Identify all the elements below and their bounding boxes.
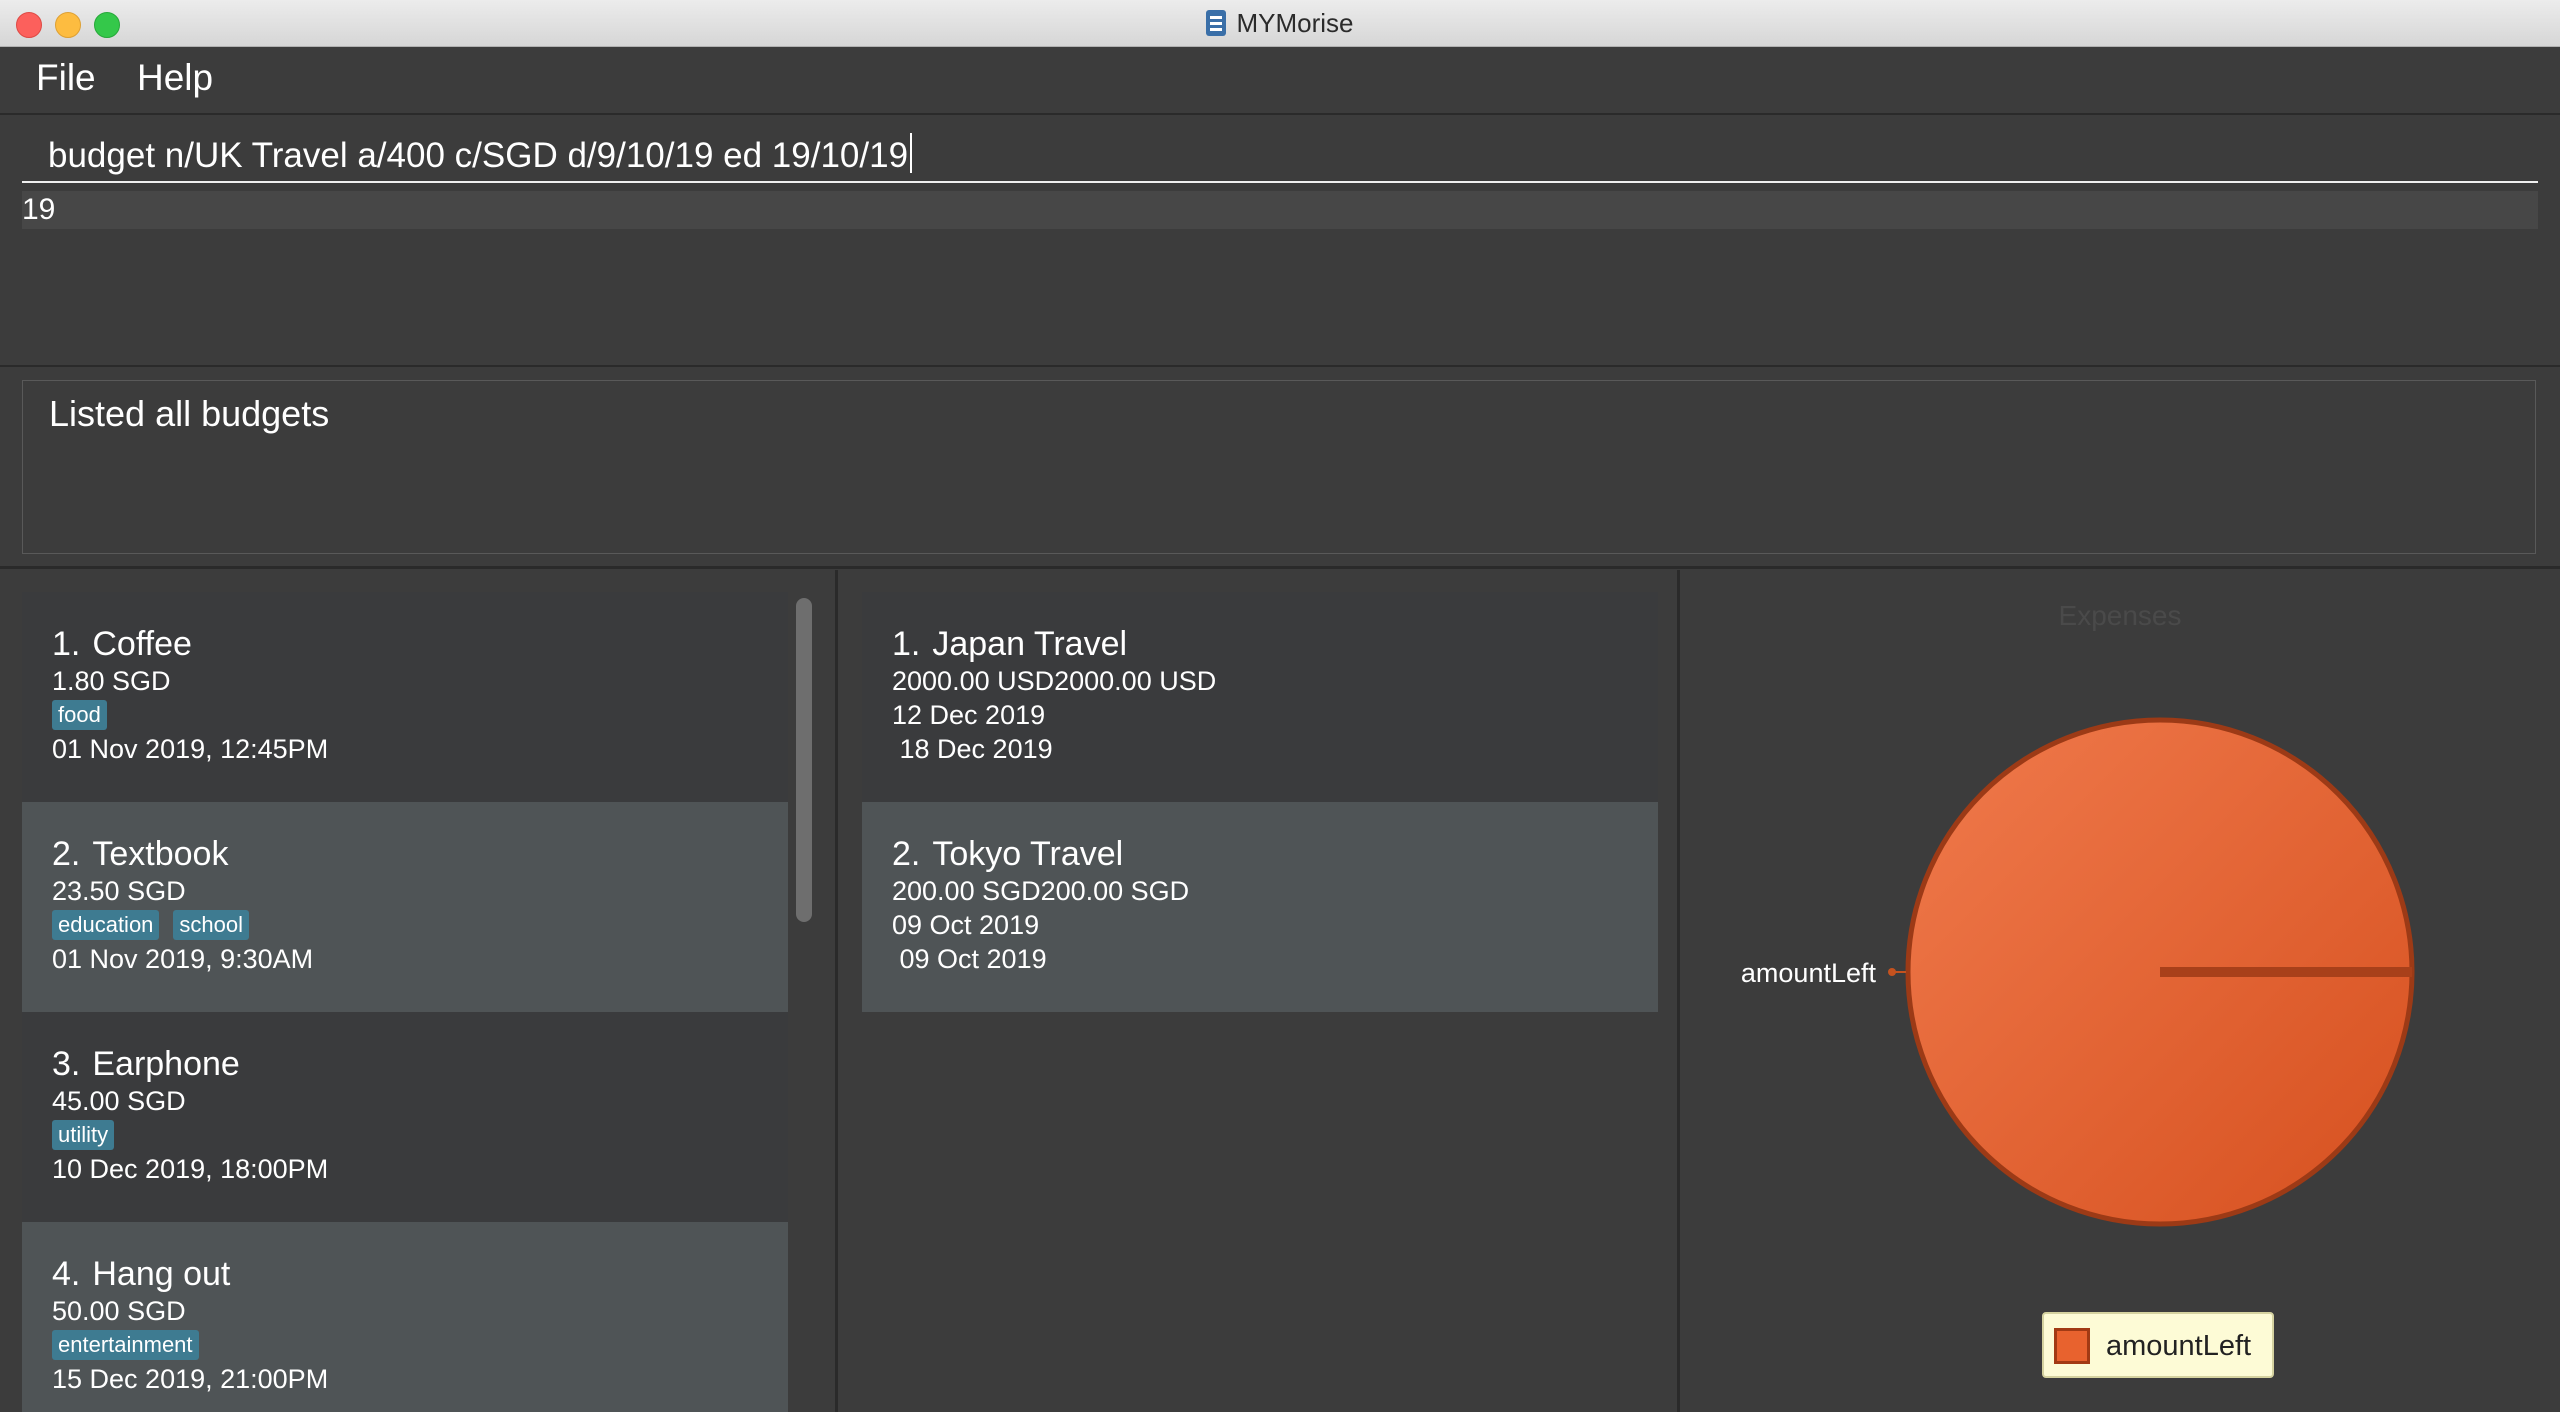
expense-amount: 23.50 SGD [52, 876, 186, 906]
legend-label: amountLeft [2106, 1330, 2252, 1362]
expense-date: 01 Nov 2019, 12:45PM [52, 734, 329, 764]
budget-amount: 200.00 SGD200.00 SGD [892, 876, 1190, 906]
expense-card[interactable]: 4. Hang out 50.00 SGD entertainment 15 De… [22, 1222, 788, 1412]
chart-legend: amountLeft [2042, 1312, 2274, 1378]
tag-badge: food [52, 700, 107, 730]
expense-amount: 50.00 SGD [52, 1296, 186, 1326]
command-input-text: budget n/UK Travel a/400 c/SGD d/9/10/19… [48, 136, 909, 175]
expense-date: 01 Nov 2019, 9:30AM [52, 944, 314, 974]
divider [0, 566, 2560, 569]
expense-tags: entertainment [52, 1328, 788, 1362]
budget-end-date: 18 Dec 2019 [892, 734, 1053, 764]
expense-list-scrollbar[interactable] [792, 592, 816, 1412]
window-titlebar: MYMorise [0, 0, 2560, 47]
expense-date: 10 Dec 2019, 18:00PM [52, 1154, 329, 1184]
pie-chart: amountLeft [1741, 717, 2415, 1227]
expense-date: 15 Dec 2019, 21:00PM [52, 1364, 329, 1394]
expense-amount: 45.00 SGD [52, 1086, 186, 1116]
budget-list[interactable]: 1. Japan Travel 2000.00 USD2000.00 USD 12… [862, 592, 1658, 1012]
window-title-wrap: MYMorise [0, 8, 2560, 39]
chart-pane: Expenses amountLeft amountLeft [1680, 570, 2560, 1412]
expense-title: 4. Hang out [52, 1255, 231, 1293]
autocomplete-suggestion[interactable]: 19 [22, 191, 2538, 229]
command-input[interactable]: budget n/UK Travel a/400 c/SGD d/9/10/19… [22, 129, 2538, 183]
expense-card[interactable]: 3. Earphone 45.00 SGD utility 10 Dec 2019… [22, 1012, 788, 1222]
pie-slice-label: amountLeft [1741, 958, 1877, 988]
tag-badge: school [173, 910, 250, 940]
expense-amount: 1.80 SGD [52, 666, 171, 696]
text-caret [910, 133, 913, 173]
budget-list-pane: 1. Japan Travel 2000.00 USD2000.00 USD 12… [838, 570, 1680, 1412]
budget-amount: 2000.00 USD2000.00 USD [892, 666, 1217, 696]
window-title: MYMorise [1236, 8, 1354, 38]
scrollbar-thumb[interactable] [796, 598, 812, 922]
expense-list[interactable]: 1. Coffee 1.80 SGD food 01 Nov 2019, 12:4… [22, 592, 788, 1412]
expense-title: 1. Coffee [52, 625, 192, 663]
expense-title: 3. Earphone [52, 1045, 240, 1083]
budget-card[interactable]: 1. Japan Travel 2000.00 USD2000.00 USD 12… [862, 592, 1658, 802]
menu-help[interactable]: Help [137, 57, 213, 99]
app-icon [1206, 10, 1227, 36]
budget-end-date: 09 Oct 2019 [892, 944, 1047, 974]
budget-card[interactable]: 2. Tokyo Travel 200.00 SGD200.00 SGD 09 O… [862, 802, 1658, 1012]
result-display: Listed all budgets [22, 380, 2536, 554]
menu-file[interactable]: File [36, 57, 96, 99]
result-message: Listed all budgets [49, 393, 330, 434]
expense-card[interactable]: 2. Textbook 23.50 SGD education school 01 … [22, 802, 788, 1012]
expense-card[interactable]: 1. Coffee 1.80 SGD food 01 Nov 2019, 12:4… [22, 592, 788, 802]
tag-badge: utility [52, 1120, 115, 1150]
expense-tags: education school [52, 908, 788, 942]
budget-start-date: 12 Dec 2019 [892, 700, 1046, 730]
budget-start-date: 09 Oct 2019 [892, 910, 1040, 940]
expense-title: 2. Textbook [52, 835, 229, 873]
tag-badge: education [52, 910, 160, 940]
expense-list-pane: 1. Coffee 1.80 SGD food 01 Nov 2019, 12:4… [0, 570, 838, 1412]
command-panel: budget n/UK Travel a/400 c/SGD d/9/10/19… [0, 115, 2560, 367]
legend-swatch [2054, 1328, 2090, 1364]
expense-tags: food [52, 698, 788, 732]
expense-tags: utility [52, 1118, 788, 1152]
menu-bar: File Help [0, 47, 2560, 115]
budget-title: 2. Tokyo Travel [892, 835, 1124, 873]
tag-badge: entertainment [52, 1330, 199, 1360]
budget-title: 1. Japan Travel [892, 625, 1128, 663]
